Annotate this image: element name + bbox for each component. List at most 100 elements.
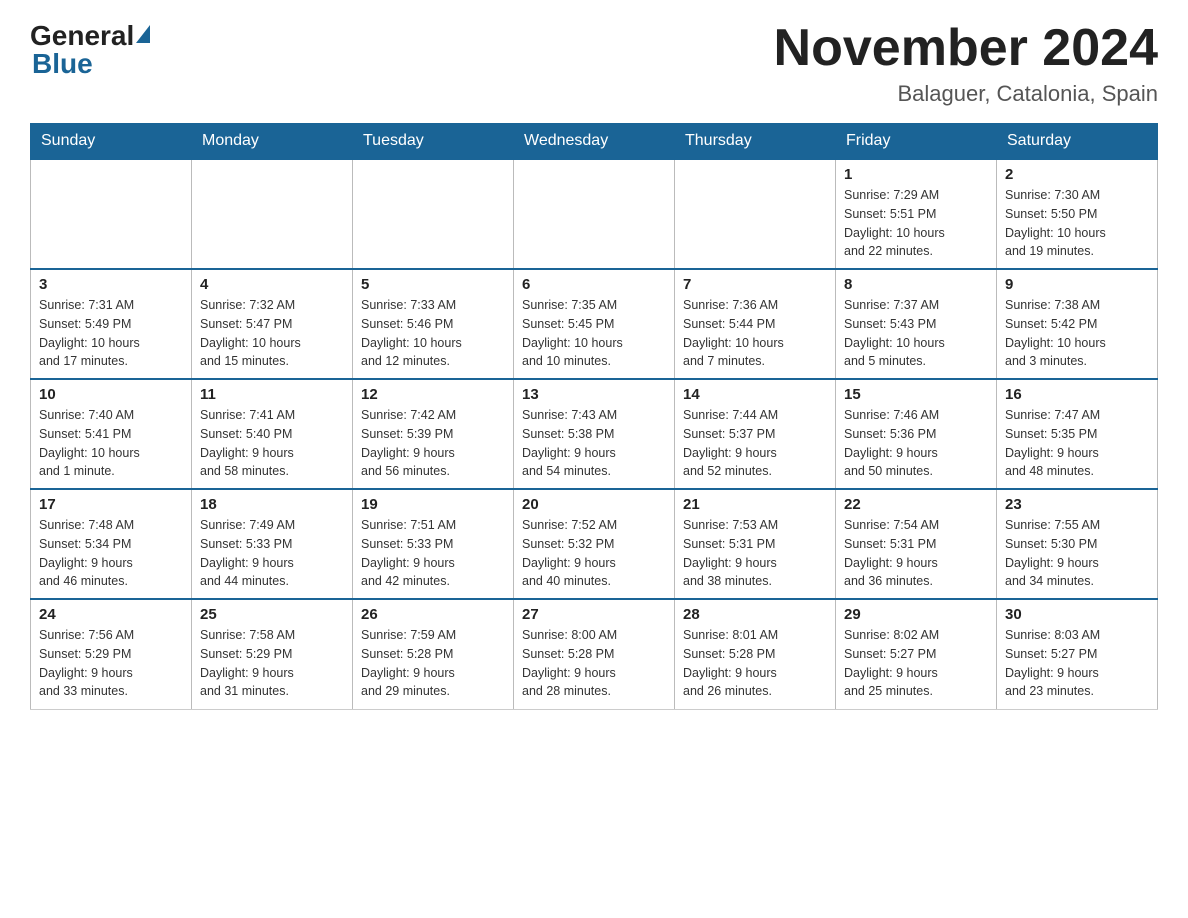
day-of-week-header: Thursday — [675, 124, 836, 160]
day-info: Sunrise: 7:36 AM Sunset: 5:44 PM Dayligh… — [683, 296, 827, 371]
calendar-week-row: 10Sunrise: 7:40 AM Sunset: 5:41 PM Dayli… — [31, 379, 1158, 489]
logo-blue-text: Blue — [32, 48, 93, 80]
day-of-week-header: Monday — [192, 124, 353, 160]
day-number: 5 — [361, 276, 505, 293]
calendar-day-cell: 24 Sunrise: 7:56 AM Sunset: 5:29 PM Dayli… — [31, 599, 192, 709]
day-number: 19 — [361, 496, 505, 513]
calendar-week-row: 17 Sunrise: 7:48 AM Sunset: 5:34 PM Dayli… — [31, 489, 1158, 599]
calendar-day-cell: 15Sunrise: 7:46 AM Sunset: 5:36 PM Dayli… — [836, 379, 997, 489]
day-info: Sunrise: 8:00 AM Sunset: 5:28 PM Dayligh… — [522, 626, 666, 701]
day-info: Sunrise: 7:35 AM Sunset: 5:45 PM Dayligh… — [522, 296, 666, 371]
calendar-header-row: SundayMondayTuesdayWednesdayThursdayFrid… — [31, 124, 1158, 160]
day-info: Sunrise: 7:56 AM Sunset: 5:29 PM Dayligh… — [39, 626, 183, 701]
calendar-week-row: 24 Sunrise: 7:56 AM Sunset: 5:29 PM Dayli… — [31, 599, 1158, 709]
day-number: 3 — [39, 276, 183, 293]
calendar-day-cell: 12 Sunrise: 7:42 AM Sunset: 5:39 PM Dayli… — [353, 379, 514, 489]
calendar-day-cell: 3Sunrise: 7:31 AM Sunset: 5:49 PM Daylig… — [31, 269, 192, 379]
calendar-day-cell: 28 Sunrise: 8:01 AM Sunset: 5:28 PM Dayli… — [675, 599, 836, 709]
day-info: Sunrise: 7:54 AM Sunset: 5:31 PM Dayligh… — [844, 516, 988, 591]
calendar-day-cell: 29 Sunrise: 8:02 AM Sunset: 5:27 PM Dayli… — [836, 599, 997, 709]
day-number: 20 — [522, 496, 666, 513]
day-info: Sunrise: 7:32 AM Sunset: 5:47 PM Dayligh… — [200, 296, 344, 371]
day-info: Sunrise: 7:51 AM Sunset: 5:33 PM Dayligh… — [361, 516, 505, 591]
calendar-day-cell: 22 Sunrise: 7:54 AM Sunset: 5:31 PM Dayli… — [836, 489, 997, 599]
calendar-day-cell: 1 Sunrise: 7:29 AM Sunset: 5:51 PM Daylig… — [836, 159, 997, 269]
day-of-week-header: Sunday — [31, 124, 192, 160]
day-number: 21 — [683, 496, 827, 513]
day-number: 8 — [844, 276, 988, 293]
calendar-day-cell: 2Sunrise: 7:30 AM Sunset: 5:50 PM Daylig… — [997, 159, 1158, 269]
calendar-day-cell — [192, 159, 353, 269]
calendar-day-cell: 16 Sunrise: 7:47 AM Sunset: 5:35 PM Dayli… — [997, 379, 1158, 489]
day-number: 25 — [200, 606, 344, 623]
calendar-day-cell — [353, 159, 514, 269]
day-number: 27 — [522, 606, 666, 623]
calendar-day-cell: 25 Sunrise: 7:58 AM Sunset: 5:29 PM Dayli… — [192, 599, 353, 709]
day-info: Sunrise: 7:41 AM Sunset: 5:40 PM Dayligh… — [200, 406, 344, 481]
calendar-day-cell — [675, 159, 836, 269]
day-info: Sunrise: 7:42 AM Sunset: 5:39 PM Dayligh… — [361, 406, 505, 481]
day-number: 18 — [200, 496, 344, 513]
day-info: Sunrise: 7:38 AM Sunset: 5:42 PM Dayligh… — [1005, 296, 1149, 371]
day-of-week-header: Friday — [836, 124, 997, 160]
day-number: 15 — [844, 386, 988, 403]
day-number: 22 — [844, 496, 988, 513]
calendar-day-cell: 30 Sunrise: 8:03 AM Sunset: 5:27 PM Dayli… — [997, 599, 1158, 709]
day-number: 29 — [844, 606, 988, 623]
day-number: 7 — [683, 276, 827, 293]
calendar-day-cell: 21Sunrise: 7:53 AM Sunset: 5:31 PM Dayli… — [675, 489, 836, 599]
calendar-day-cell: 9Sunrise: 7:38 AM Sunset: 5:42 PM Daylig… — [997, 269, 1158, 379]
day-info: Sunrise: 7:29 AM Sunset: 5:51 PM Dayligh… — [844, 186, 988, 261]
calendar-day-cell: 14Sunrise: 7:44 AM Sunset: 5:37 PM Dayli… — [675, 379, 836, 489]
day-number: 23 — [1005, 496, 1149, 513]
calendar-day-cell: 17 Sunrise: 7:48 AM Sunset: 5:34 PM Dayli… — [31, 489, 192, 599]
calendar-day-cell: 7 Sunrise: 7:36 AM Sunset: 5:44 PM Daylig… — [675, 269, 836, 379]
day-info: Sunrise: 7:55 AM Sunset: 5:30 PM Dayligh… — [1005, 516, 1149, 591]
day-number: 28 — [683, 606, 827, 623]
day-info: Sunrise: 7:59 AM Sunset: 5:28 PM Dayligh… — [361, 626, 505, 701]
title-block: November 2024 Balaguer, Catalonia, Spain — [774, 20, 1158, 107]
day-info: Sunrise: 7:37 AM Sunset: 5:43 PM Dayligh… — [844, 296, 988, 371]
day-number: 4 — [200, 276, 344, 293]
logo-triangle-icon — [136, 25, 150, 43]
day-number: 17 — [39, 496, 183, 513]
calendar-day-cell: 10Sunrise: 7:40 AM Sunset: 5:41 PM Dayli… — [31, 379, 192, 489]
calendar-week-row: 1 Sunrise: 7:29 AM Sunset: 5:51 PM Daylig… — [31, 159, 1158, 269]
day-of-week-header: Tuesday — [353, 124, 514, 160]
calendar-day-cell: 27 Sunrise: 8:00 AM Sunset: 5:28 PM Dayli… — [514, 599, 675, 709]
day-info: Sunrise: 8:01 AM Sunset: 5:28 PM Dayligh… — [683, 626, 827, 701]
calendar-day-cell — [514, 159, 675, 269]
month-title: November 2024 — [774, 20, 1158, 77]
header: General Blue November 2024 Balaguer, Cat… — [30, 20, 1158, 107]
day-number: 24 — [39, 606, 183, 623]
logo: General Blue — [30, 20, 152, 80]
calendar-day-cell: 11Sunrise: 7:41 AM Sunset: 5:40 PM Dayli… — [192, 379, 353, 489]
day-of-week-header: Wednesday — [514, 124, 675, 160]
calendar-day-cell: 5 Sunrise: 7:33 AM Sunset: 5:46 PM Daylig… — [353, 269, 514, 379]
day-number: 2 — [1005, 166, 1149, 183]
calendar-day-cell: 6 Sunrise: 7:35 AM Sunset: 5:45 PM Daylig… — [514, 269, 675, 379]
day-info: Sunrise: 7:47 AM Sunset: 5:35 PM Dayligh… — [1005, 406, 1149, 481]
day-number: 10 — [39, 386, 183, 403]
calendar-day-cell — [31, 159, 192, 269]
day-info: Sunrise: 7:33 AM Sunset: 5:46 PM Dayligh… — [361, 296, 505, 371]
day-info: Sunrise: 7:48 AM Sunset: 5:34 PM Dayligh… — [39, 516, 183, 591]
calendar-day-cell: 26Sunrise: 7:59 AM Sunset: 5:28 PM Dayli… — [353, 599, 514, 709]
location-title: Balaguer, Catalonia, Spain — [774, 81, 1158, 107]
day-number: 6 — [522, 276, 666, 293]
day-info: Sunrise: 8:02 AM Sunset: 5:27 PM Dayligh… — [844, 626, 988, 701]
day-info: Sunrise: 7:49 AM Sunset: 5:33 PM Dayligh… — [200, 516, 344, 591]
day-info: Sunrise: 7:43 AM Sunset: 5:38 PM Dayligh… — [522, 406, 666, 481]
calendar-day-cell: 20Sunrise: 7:52 AM Sunset: 5:32 PM Dayli… — [514, 489, 675, 599]
calendar-day-cell: 19 Sunrise: 7:51 AM Sunset: 5:33 PM Dayli… — [353, 489, 514, 599]
calendar-table: SundayMondayTuesdayWednesdayThursdayFrid… — [30, 123, 1158, 710]
calendar-day-cell: 8 Sunrise: 7:37 AM Sunset: 5:43 PM Daylig… — [836, 269, 997, 379]
day-info: Sunrise: 8:03 AM Sunset: 5:27 PM Dayligh… — [1005, 626, 1149, 701]
day-number: 12 — [361, 386, 505, 403]
day-number: 13 — [522, 386, 666, 403]
calendar-day-cell: 13 Sunrise: 7:43 AM Sunset: 5:38 PM Dayli… — [514, 379, 675, 489]
day-info: Sunrise: 7:58 AM Sunset: 5:29 PM Dayligh… — [200, 626, 344, 701]
day-number: 1 — [844, 166, 988, 183]
day-number: 30 — [1005, 606, 1149, 623]
day-number: 16 — [1005, 386, 1149, 403]
